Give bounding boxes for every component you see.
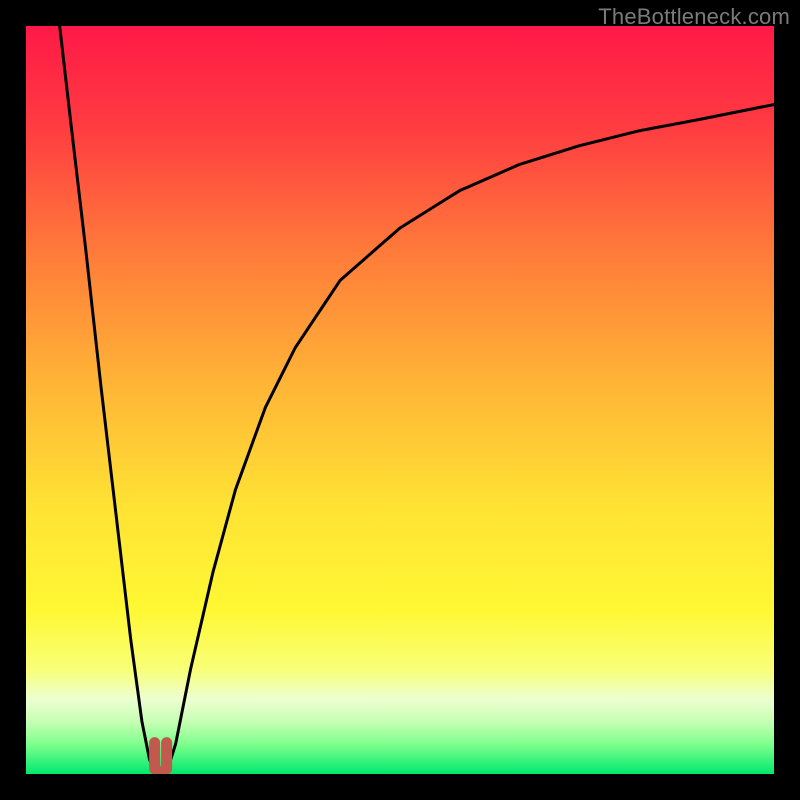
plot-svg: [26, 26, 774, 774]
plot-area: [26, 26, 774, 774]
chart-canvas: { "watermark": "TheBottleneck.com", "col…: [0, 0, 800, 800]
gradient-rect: [26, 26, 774, 774]
watermark-text: TheBottleneck.com: [598, 4, 790, 30]
